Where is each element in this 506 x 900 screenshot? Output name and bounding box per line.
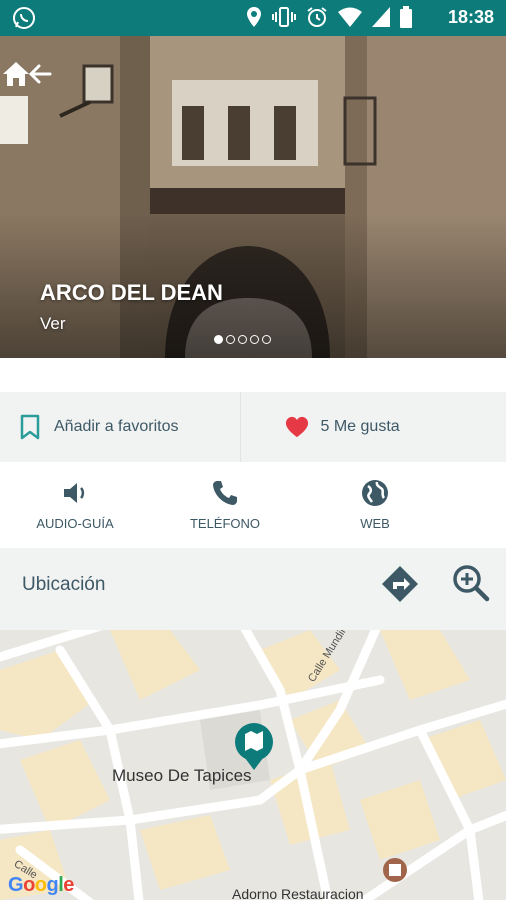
directions-icon[interactable]: [380, 564, 420, 604]
map-tiles: [0, 630, 506, 900]
add-favorite-button[interactable]: Añadir a favoritos: [0, 392, 240, 462]
view-link[interactable]: Ver: [40, 314, 66, 334]
audio-guide-label: AUDIO-GUÍA: [36, 516, 114, 531]
status-bar: 18:38: [0, 0, 506, 36]
heart-icon: [285, 416, 308, 438]
phone-icon: [213, 481, 237, 505]
home-icon[interactable]: [0, 58, 32, 90]
audio-guide-button[interactable]: AUDIO-GUÍA: [0, 462, 150, 548]
carousel-dot[interactable]: [214, 335, 223, 344]
carousel-dot[interactable]: [226, 335, 235, 344]
restaurant-label: Adorno Restauracion: [232, 886, 364, 900]
hero-photo[interactable]: ARCO DEL DEAN Ver: [0, 36, 506, 358]
globe-icon: [362, 480, 388, 506]
web-label: WEB: [360, 516, 390, 531]
location-title: Ubicación: [22, 574, 106, 595]
map-poi-label: Museo De Tapices: [112, 766, 252, 785]
signal-icon: [372, 7, 390, 27]
wifi-icon: [338, 7, 362, 27]
map-view[interactable]: Museo De Tapices Calle Mundir I Calle Ad…: [0, 630, 506, 900]
status-icons: [246, 6, 412, 28]
web-button[interactable]: WEB: [300, 462, 450, 548]
carousel-dot[interactable]: [238, 335, 247, 344]
speaker-icon: [64, 483, 85, 503]
whatsapp-icon: [13, 7, 35, 29]
contact-bar: AUDIO-GUÍA TELÉFONO WEB: [0, 462, 506, 548]
arch-photo-illustration: [0, 36, 506, 358]
carousel-indicator: [214, 335, 271, 344]
location-header: Ubicación: [0, 548, 506, 630]
status-time: 18:38: [447, 7, 494, 27]
alarm-icon: [307, 7, 327, 27]
phone-button[interactable]: TELÉFONO: [150, 462, 300, 548]
bookmark-icon: [20, 414, 40, 440]
add-favorite-label: Añadir a favoritos: [54, 418, 179, 435]
like-button[interactable]: 5 Me gusta: [239, 392, 506, 462]
carousel-dot[interactable]: [262, 335, 271, 344]
spacer: [0, 358, 506, 392]
google-logo: Google: [8, 874, 74, 896]
carousel-dot[interactable]: [250, 335, 259, 344]
action-bar: Añadir a favoritos 5 Me gusta: [0, 392, 506, 462]
zoom-in-icon[interactable]: [452, 564, 490, 602]
phone-label: TELÉFONO: [189, 516, 261, 531]
place-title: ARCO DEL DEAN: [40, 280, 223, 305]
battery-icon: [400, 6, 412, 28]
vibrate-icon: [272, 7, 296, 27]
likes-count-label: 5 Me gusta: [320, 418, 400, 435]
location-icon: [247, 7, 261, 27]
